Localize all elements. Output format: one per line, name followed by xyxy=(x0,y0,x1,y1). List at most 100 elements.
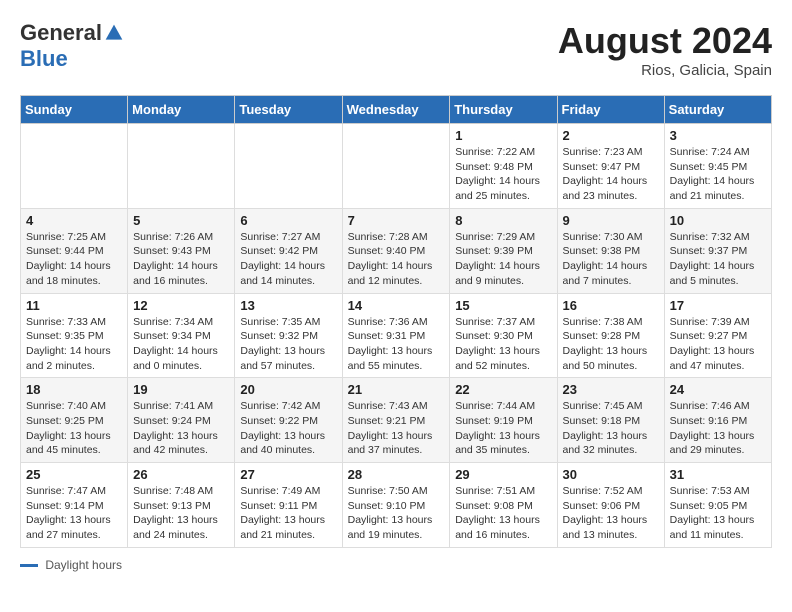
calendar-cell: 17Sunrise: 7:39 AM Sunset: 9:27 PM Dayli… xyxy=(664,293,771,378)
logo-blue: Blue xyxy=(20,46,68,71)
day-info: Sunrise: 7:49 AM Sunset: 9:11 PM Dayligh… xyxy=(240,484,336,543)
day-of-week-header: Tuesday xyxy=(235,96,342,124)
day-number: 2 xyxy=(563,128,659,143)
calendar-cell: 21 Sunrise: 7:43 AM Sunset: 9:21 PM Dayli… xyxy=(342,378,450,463)
day-number: 3 xyxy=(670,128,766,143)
day-info: Sunrise: 7:25 AM Sunset: 9:44 PM Dayligh… xyxy=(26,230,122,289)
calendar-cell: 10 Sunrise: 7:32 AM Sunset: 9:37 PM Dayli… xyxy=(664,208,771,293)
day-number: 5 xyxy=(133,213,229,228)
calendar-cell: 26 Sunrise: 7:48 AM Sunset: 9:13 PM Dayli… xyxy=(128,463,235,548)
day-number: 24 xyxy=(670,382,766,397)
logo-general: General xyxy=(20,20,102,46)
calendar-header-row: SundayMondayTuesdayWednesdayThursdayFrid… xyxy=(21,96,772,124)
day-info: Sunrise: 7:40 AM Sunset: 9:25 PM Dayligh… xyxy=(26,399,122,458)
day-info: Sunrise: 7:50 AM Sunset: 9:10 PM Dayligh… xyxy=(348,484,445,543)
day-info: Sunrise: 7:44 AM Sunset: 9:19 PM Dayligh… xyxy=(455,399,551,458)
day-info: Sunrise: 7:43 AM Sunset: 9:21 PM Dayligh… xyxy=(348,399,445,458)
day-info: Sunrise: 7:30 AM Sunset: 9:38 PM Dayligh… xyxy=(563,230,659,289)
day-number: 6 xyxy=(240,213,336,228)
calendar-cell: 3 Sunrise: 7:24 AM Sunset: 9:45 PM Daylig… xyxy=(664,124,771,209)
day-of-week-header: Saturday xyxy=(664,96,771,124)
day-info: Sunrise: 7:26 AM Sunset: 9:43 PM Dayligh… xyxy=(133,230,229,289)
calendar-cell: 20 Sunrise: 7:42 AM Sunset: 9:22 PM Dayli… xyxy=(235,378,342,463)
day-number: 23 xyxy=(563,382,659,397)
day-of-week-header: Monday xyxy=(128,96,235,124)
day-info: Sunrise: 7:53 AM Sunset: 9:05 PM Dayligh… xyxy=(670,484,766,543)
calendar-week-row: 4Sunrise: 7:25 AM Sunset: 9:44 PM Daylig… xyxy=(21,208,772,293)
calendar-cell: 12 Sunrise: 7:34 AM Sunset: 9:34 PM Dayli… xyxy=(128,293,235,378)
header: General Blue August 2024 Rios, Galicia, … xyxy=(20,20,772,79)
day-number: 25 xyxy=(26,467,122,482)
calendar-cell: 30 Sunrise: 7:52 AM Sunset: 9:06 PM Dayli… xyxy=(557,463,664,548)
day-number: 7 xyxy=(348,213,445,228)
day-info: Sunrise: 7:48 AM Sunset: 9:13 PM Dayligh… xyxy=(133,484,229,543)
day-info: Sunrise: 7:39 AM Sunset: 9:27 PM Dayligh… xyxy=(670,315,766,374)
calendar-cell: 9 Sunrise: 7:30 AM Sunset: 9:38 PM Daylig… xyxy=(557,208,664,293)
day-number: 1 xyxy=(455,128,551,143)
day-info: Sunrise: 7:36 AM Sunset: 9:31 PM Dayligh… xyxy=(348,315,445,374)
day-info: Sunrise: 7:52 AM Sunset: 9:06 PM Dayligh… xyxy=(563,484,659,543)
calendar-cell: 27 Sunrise: 7:49 AM Sunset: 9:11 PM Dayli… xyxy=(235,463,342,548)
day-number: 28 xyxy=(348,467,445,482)
calendar-cell xyxy=(342,124,450,209)
day-info: Sunrise: 7:45 AM Sunset: 9:18 PM Dayligh… xyxy=(563,399,659,458)
day-info: Sunrise: 7:47 AM Sunset: 9:14 PM Dayligh… xyxy=(26,484,122,543)
logo: General Blue xyxy=(20,20,124,72)
day-number: 30 xyxy=(563,467,659,482)
day-number: 31 xyxy=(670,467,766,482)
day-info: Sunrise: 7:28 AM Sunset: 9:40 PM Dayligh… xyxy=(348,230,445,289)
day-info: Sunrise: 7:27 AM Sunset: 9:42 PM Dayligh… xyxy=(240,230,336,289)
blue-line-icon xyxy=(20,564,38,567)
day-info: Sunrise: 7:42 AM Sunset: 9:22 PM Dayligh… xyxy=(240,399,336,458)
location: Rios, Galicia, Spain xyxy=(558,62,772,79)
calendar-cell xyxy=(21,124,128,209)
day-info: Sunrise: 7:46 AM Sunset: 9:16 PM Dayligh… xyxy=(670,399,766,458)
day-number: 27 xyxy=(240,467,336,482)
day-number: 14 xyxy=(348,298,445,313)
day-info: Sunrise: 7:24 AM Sunset: 9:45 PM Dayligh… xyxy=(670,145,766,204)
day-info: Sunrise: 7:34 AM Sunset: 9:34 PM Dayligh… xyxy=(133,315,229,374)
calendar-cell: 1 Sunrise: 7:22 AM Sunset: 9:48 PM Daylig… xyxy=(450,124,557,209)
day-number: 29 xyxy=(455,467,551,482)
day-of-week-header: Wednesday xyxy=(342,96,450,124)
day-info: Sunrise: 7:23 AM Sunset: 9:47 PM Dayligh… xyxy=(563,145,659,204)
day-number: 12 xyxy=(133,298,229,313)
calendar-cell: 24 Sunrise: 7:46 AM Sunset: 9:16 PM Dayli… xyxy=(664,378,771,463)
calendar-week-row: 18 Sunrise: 7:40 AM Sunset: 9:25 PM Dayli… xyxy=(21,378,772,463)
calendar-week-row: 25 Sunrise: 7:47 AM Sunset: 9:14 PM Dayli… xyxy=(21,463,772,548)
calendar-cell: 13Sunrise: 7:35 AM Sunset: 9:32 PM Dayli… xyxy=(235,293,342,378)
calendar: SundayMondayTuesdayWednesdayThursdayFrid… xyxy=(20,95,772,548)
calendar-cell: 15 Sunrise: 7:37 AM Sunset: 9:30 PM Dayli… xyxy=(450,293,557,378)
day-number: 15 xyxy=(455,298,551,313)
day-info: Sunrise: 7:35 AM Sunset: 9:32 PM Dayligh… xyxy=(240,315,336,374)
day-info: Sunrise: 7:32 AM Sunset: 9:37 PM Dayligh… xyxy=(670,230,766,289)
day-number: 22 xyxy=(455,382,551,397)
calendar-cell: 7 Sunrise: 7:28 AM Sunset: 9:40 PM Daylig… xyxy=(342,208,450,293)
calendar-cell: 16Sunrise: 7:38 AM Sunset: 9:28 PM Dayli… xyxy=(557,293,664,378)
day-number: 10 xyxy=(670,213,766,228)
calendar-cell: 28 Sunrise: 7:50 AM Sunset: 9:10 PM Dayli… xyxy=(342,463,450,548)
calendar-cell: 31 Sunrise: 7:53 AM Sunset: 9:05 PM Dayli… xyxy=(664,463,771,548)
calendar-cell: 18 Sunrise: 7:40 AM Sunset: 9:25 PM Dayli… xyxy=(21,378,128,463)
calendar-cell: 5 Sunrise: 7:26 AM Sunset: 9:43 PM Daylig… xyxy=(128,208,235,293)
day-number: 18 xyxy=(26,382,122,397)
footer-label: Daylight hours xyxy=(45,558,122,572)
day-info: Sunrise: 7:37 AM Sunset: 9:30 PM Dayligh… xyxy=(455,315,551,374)
day-info: Sunrise: 7:22 AM Sunset: 9:48 PM Dayligh… xyxy=(455,145,551,204)
calendar-cell: 19Sunrise: 7:41 AM Sunset: 9:24 PM Dayli… xyxy=(128,378,235,463)
day-number: 20 xyxy=(240,382,336,397)
calendar-cell xyxy=(235,124,342,209)
calendar-cell: 23 Sunrise: 7:45 AM Sunset: 9:18 PM Dayli… xyxy=(557,378,664,463)
calendar-cell: 29Sunrise: 7:51 AM Sunset: 9:08 PM Dayli… xyxy=(450,463,557,548)
day-number: 11 xyxy=(26,298,122,313)
calendar-cell xyxy=(128,124,235,209)
day-of-week-header: Sunday xyxy=(21,96,128,124)
day-number: 21 xyxy=(348,382,445,397)
month-year: August 2024 xyxy=(558,20,772,62)
calendar-cell: 22 Sunrise: 7:44 AM Sunset: 9:19 PM Dayli… xyxy=(450,378,557,463)
day-of-week-header: Friday xyxy=(557,96,664,124)
day-number: 9 xyxy=(563,213,659,228)
day-number: 26 xyxy=(133,467,229,482)
day-info: Sunrise: 7:41 AM Sunset: 9:24 PM Dayligh… xyxy=(133,399,229,458)
day-info: Sunrise: 7:29 AM Sunset: 9:39 PM Dayligh… xyxy=(455,230,551,289)
